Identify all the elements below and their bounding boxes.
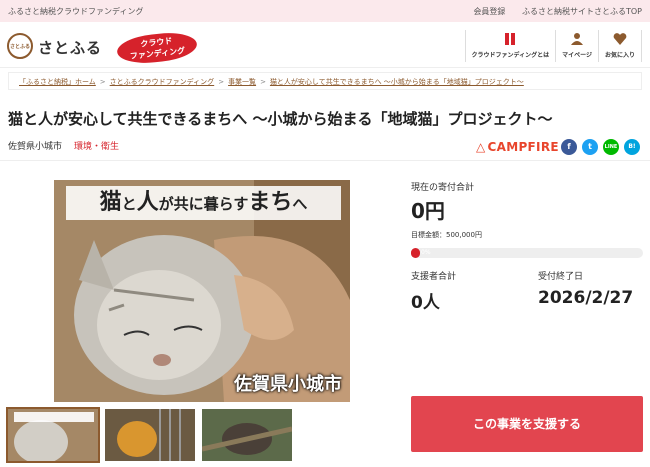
nav-favorites[interactable]: お気に入り [597,30,642,62]
breadcrumb-crowdfunding[interactable]: さとふるクラウドファンディング [110,78,215,86]
header-nav: クラウドファンディングとは マイページ お気に入り [464,30,642,62]
image-caption: 猫と人が共に暮らすまちへ [66,186,341,220]
campfire-logo: △ CAMPFIRE [476,140,559,154]
category-tag[interactable]: 環境・衛生 [74,142,119,152]
current-amount-label: 現在の寄付合計 [411,183,475,193]
satofull-logo-icon[interactable]: さとふる [7,33,33,59]
supporters-count: 0人 [411,293,440,313]
nav-label: お気に入り [604,52,635,59]
thumbnail-strip [6,407,299,463]
thumbnail-3[interactable] [202,409,292,461]
deadline-label: 受付終了日 [538,272,584,282]
register-link[interactable]: 会員登録 [473,7,505,16]
deadline-date: 2026/2/27 [538,288,634,308]
divider [0,160,650,161]
nav-about-crowdfunding[interactable]: クラウドファンディングとは [464,30,556,62]
support-project-button[interactable]: この事業を支援する [411,396,643,452]
progress-bar: 0% [411,248,643,258]
breadcrumb-current[interactable]: 猫と人が安心して共生できるまちへ ～小城から始まる「地域猫」プロジェクト～ [270,78,524,86]
progress-fill [411,248,421,258]
logo-text[interactable]: さとふる [38,37,102,58]
goal-amount: 目標金額：500,000円 [411,231,482,239]
thumbnail-1[interactable] [6,407,100,463]
page-title: 猫と人が安心して共生できるまちへ ～小城から始まる「地域猫」プロジェクト～ [8,110,553,128]
project-main-image: 猫と人が共に暮らすまちへ 佐賀県小城市 [54,180,350,402]
deadline-stat: 受付終了日 2026/2/27 [538,269,633,308]
line-share-icon[interactable]: LINE [603,139,619,155]
thumbnail-2[interactable] [105,409,195,461]
nav-mypage[interactable]: マイページ [555,30,598,62]
progress-percent: 0% [421,249,431,256]
book-icon [505,33,516,45]
crowdfunding-badge[interactable]: クラウド ファンディング [115,29,199,67]
supporters-label: 支援者合計 [411,272,457,282]
nav-label: マイページ [562,52,592,59]
image-place-label: 佐賀県小城市 [234,374,342,395]
user-icon [571,33,584,45]
heart-icon [613,33,627,45]
funding-panel: 現在の寄付合計 0円 目標金額：500,000円 0% 支援者合計 0人 受付終… [411,180,643,313]
supporters-stat: 支援者合計 0人 [411,269,456,313]
top-bar: ふるさと納税クラウドファンディング 会員登録 ふるさと納税サイトさとふるTOP [0,0,650,22]
site-header: さとふる さとふる クラウド ファンディング クラウドファンディングとは マイペー… [0,22,650,68]
site-tagline: ふるさと納税クラウドファンディング [8,7,144,16]
breadcrumb: 「ふるさと納税」ホーム > さとふるクラウドファンディング > 事業一覧 > 猫と人が安心し… [8,72,642,90]
flame-icon: △ [476,140,486,154]
current-amount: 0円 [411,199,445,223]
municipality: 佐賀県小城市 [8,142,63,152]
nav-label: クラウドファンディングとは [471,52,550,59]
hatena-bookmark-icon[interactable]: B! [624,139,640,155]
facebook-share-icon[interactable]: f [561,139,577,155]
project-meta: 佐賀県小城市 環境・衛生 [8,139,119,152]
twitter-share-icon[interactable]: t [582,139,598,155]
breadcrumb-home[interactable]: 「ふるさと納税」ホーム [19,78,96,86]
share-buttons: f t LINE B! [556,139,640,155]
satofull-top-link[interactable]: ふるさと納税サイトさとふるTOP [522,7,642,16]
breadcrumb-project-list[interactable]: 事業一覧 [228,78,256,86]
